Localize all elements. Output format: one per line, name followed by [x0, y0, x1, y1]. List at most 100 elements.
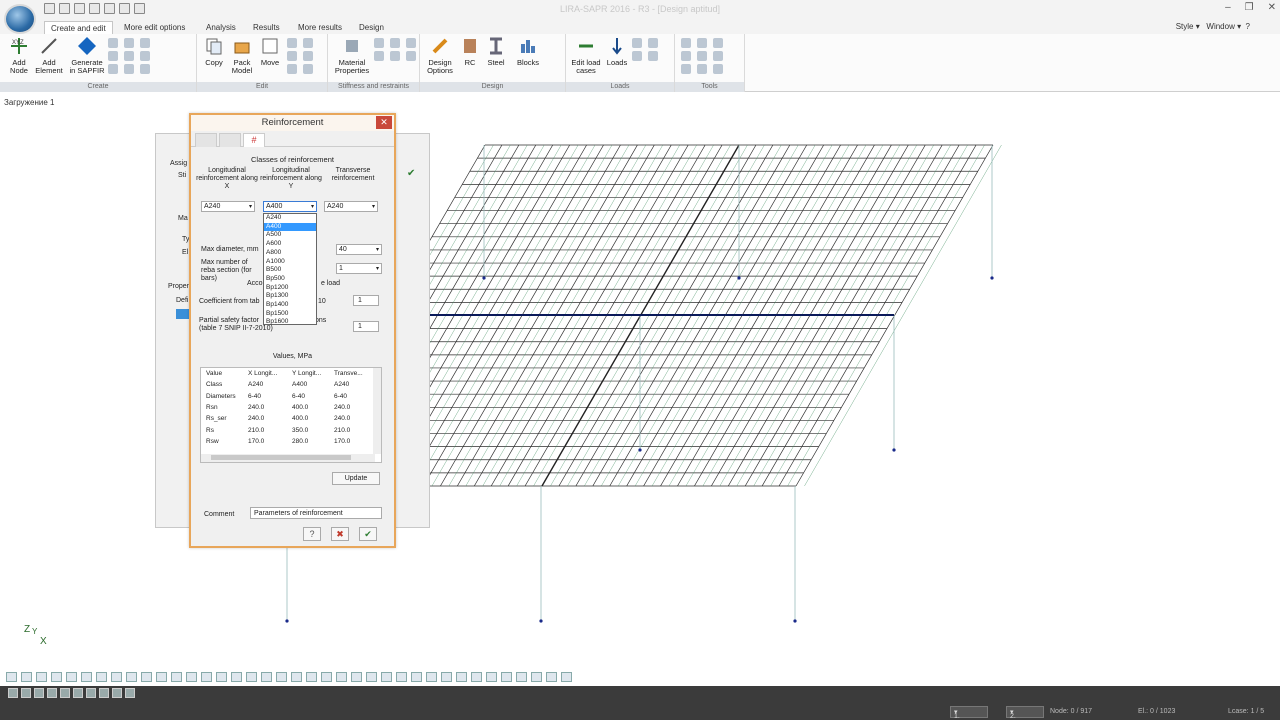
panel-tool-icon[interactable] [47, 688, 57, 698]
view-tool-icon[interactable] [441, 672, 452, 682]
tool-icon[interactable] [713, 51, 723, 61]
view-tool-icon[interactable] [411, 672, 422, 682]
dropdown-option[interactable]: A600 [264, 240, 316, 249]
view-tool-icon[interactable] [426, 672, 437, 682]
comment-input[interactable]: Parameters of reinforcement [250, 507, 382, 519]
view-tool-icon[interactable] [141, 672, 152, 682]
tool-icon[interactable] [108, 64, 118, 74]
tab-reinforcement[interactable]: # [243, 133, 265, 147]
dropdown-option[interactable]: B500 [264, 266, 316, 275]
add-node-button[interactable]: XYZ Add Node [4, 36, 34, 75]
view-tool-icon[interactable] [291, 672, 302, 682]
column-header[interactable]: Y Longit... [290, 368, 332, 379]
steel-button[interactable]: Steel [484, 36, 508, 67]
view-tool-icon[interactable] [306, 672, 317, 682]
zoom-select[interactable]: 2. ▾ [1006, 706, 1044, 720]
dropdown-option[interactable]: A1000 [264, 258, 316, 267]
class-y-dropdown[interactable]: A240 A400 A500 A600 A800 A1000 B500 Bp50… [263, 213, 317, 325]
dropdown-option[interactable]: Bp1200 [264, 284, 316, 293]
panel-tool-icon[interactable] [21, 688, 31, 698]
view-tool-icon[interactable] [201, 672, 212, 682]
partial-safety-input[interactable]: 1 [353, 321, 379, 332]
view-tool-icon[interactable] [6, 672, 17, 682]
tool-icon[interactable] [374, 38, 384, 48]
dropdown-option[interactable]: Bp1500 [264, 310, 316, 319]
view-tool-icon[interactable] [351, 672, 362, 682]
tool-icon[interactable] [681, 64, 691, 74]
tool-icon[interactable] [303, 51, 313, 61]
horizontal-scrollbar[interactable] [201, 454, 375, 462]
update-button[interactable]: Update [332, 472, 380, 485]
panel-tool-icon[interactable] [60, 688, 70, 698]
tool-icon[interactable] [697, 51, 707, 61]
generate-in-sapfir-button[interactable]: Generate in SAPFIR [68, 36, 106, 75]
tool-icon[interactable] [287, 64, 297, 74]
dropdown-option[interactable]: A500 [264, 231, 316, 240]
view-tool-icon[interactable] [171, 672, 182, 682]
coefficient-input[interactable]: 1 [353, 295, 379, 306]
view-tool-icon[interactable] [66, 672, 77, 682]
view-tool-icon[interactable] [336, 672, 347, 682]
minimize-icon[interactable]: – [1225, 2, 1231, 13]
tab-results[interactable]: Results [247, 21, 286, 34]
page-select[interactable]: 1. ▾ [950, 706, 988, 720]
tool-icon[interactable] [303, 38, 313, 48]
view-tool-icon[interactable] [276, 672, 287, 682]
copy-button[interactable]: Copy [201, 36, 227, 67]
max-diameter-select[interactable]: 40 ▾ [336, 244, 382, 255]
view-tool-icon[interactable] [216, 672, 227, 682]
panel-tool-icon[interactable] [34, 688, 44, 698]
window-menu[interactable]: Window [1206, 22, 1234, 31]
restore-icon[interactable]: ❐ [1245, 2, 1254, 13]
view-tool-icon[interactable] [486, 672, 497, 682]
check-icon[interactable]: ✔ [407, 168, 415, 179]
view-tool-icon[interactable] [246, 672, 257, 682]
tab-layout[interactable] [219, 133, 241, 147]
tool-icon[interactable] [713, 64, 723, 74]
edit-load-cases-button[interactable]: Edit load cases [568, 36, 604, 75]
tool-icon[interactable] [124, 38, 134, 48]
blocks-button[interactable]: Blocks [514, 36, 542, 67]
pack-model-button[interactable]: Pack Model [229, 36, 255, 75]
tool-icon[interactable] [374, 51, 384, 61]
column-header[interactable]: Value [204, 368, 246, 379]
view-tool-icon[interactable] [366, 672, 377, 682]
panel-tool-icon[interactable] [125, 688, 135, 698]
view-tool-icon[interactable] [261, 672, 272, 682]
view-tool-icon[interactable] [96, 672, 107, 682]
design-options-button[interactable]: Design Options [424, 36, 456, 75]
style-menu[interactable]: Style [1176, 22, 1194, 31]
dropdown-option[interactable]: Bp1600 [264, 318, 316, 327]
view-tool-icon[interactable] [81, 672, 92, 682]
tool-icon[interactable] [303, 64, 313, 74]
class-transverse-select[interactable]: A240 ▾ [324, 201, 378, 212]
material-properties-button[interactable]: Material Properties [332, 36, 372, 75]
rc-button[interactable]: RC [458, 36, 482, 67]
close-button[interactable]: ✕ [376, 116, 392, 129]
tool-icon[interactable] [632, 51, 642, 61]
ok-button[interactable]: ✔ [359, 527, 377, 541]
tool-icon[interactable] [713, 38, 723, 48]
view-tool-icon[interactable] [156, 672, 167, 682]
tool-icon[interactable] [648, 51, 658, 61]
dropdown-option[interactable]: Bp500 [264, 275, 316, 284]
tab-create-and-edit[interactable]: Create and edit [44, 21, 113, 34]
tool-icon[interactable] [287, 38, 297, 48]
cancel-button[interactable]: ✖ [331, 527, 349, 541]
tool-icon[interactable] [140, 38, 150, 48]
add-element-button[interactable]: Add Element [34, 36, 64, 75]
column-header[interactable]: X Longit... [246, 368, 290, 379]
help-button[interactable]: ? [303, 527, 321, 541]
view-tool-icon[interactable] [456, 672, 467, 682]
class-y-select[interactable]: A400 ▾ [263, 201, 317, 212]
panel-tool-icon[interactable] [73, 688, 83, 698]
app-logo[interactable] [4, 4, 36, 34]
tool-icon[interactable] [108, 38, 118, 48]
tool-icon[interactable] [108, 51, 118, 61]
view-tool-icon[interactable] [36, 672, 47, 682]
dropdown-option[interactable]: Bp1400 [264, 301, 316, 310]
dropdown-option[interactable]: A240 [264, 214, 316, 223]
view-tool-icon[interactable] [21, 672, 32, 682]
max-bars-select[interactable]: 1 ▾ [336, 263, 382, 274]
view-tool-icon[interactable] [546, 672, 557, 682]
